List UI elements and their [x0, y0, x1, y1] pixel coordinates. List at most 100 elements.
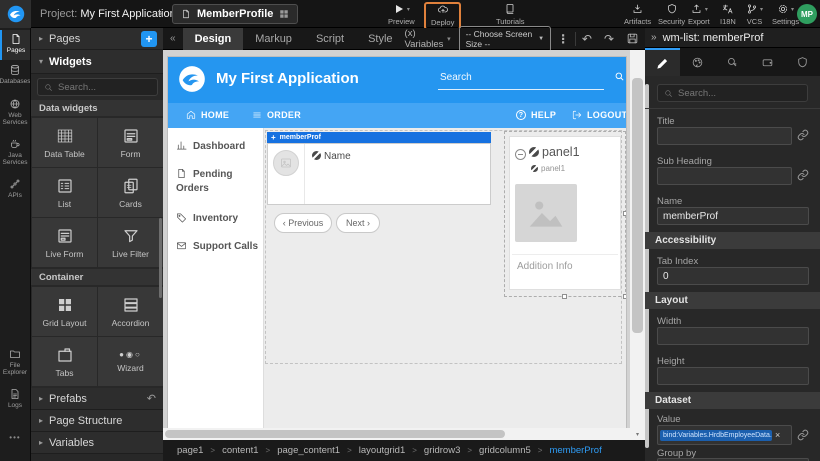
breadcrumb-item-active[interactable]: memberProf	[549, 445, 601, 456]
tab-properties[interactable]	[645, 48, 680, 76]
widgets-accordion-header[interactable]: ▾ Widgets	[31, 50, 164, 74]
settings-button[interactable]: ▾ Settings	[772, 3, 799, 26]
tab-style[interactable]: Style	[356, 28, 404, 50]
artifacts-button[interactable]: Artifacts	[624, 3, 651, 26]
tutorials-button[interactable]: Tutorials	[496, 3, 524, 26]
resize-handle[interactable]	[623, 211, 626, 216]
widget-tile-live-filter[interactable]: Live Filter	[98, 218, 163, 267]
security-button[interactable]: Security	[658, 3, 685, 26]
panel1-widget[interactable]: panel1 panel1 Addition Info	[509, 136, 621, 290]
variables-menu[interactable]: (x) Variables	[405, 28, 445, 50]
bind-expression-chip[interactable]: bind:Variables.HrdbEmployeeData.data	[660, 430, 772, 441]
bind-link-icon[interactable]	[797, 429, 809, 441]
grid-view-icon[interactable]	[279, 9, 289, 19]
side-nav-support-calls[interactable]: Support Calls	[176, 240, 260, 254]
add-page-button[interactable]: +	[141, 31, 157, 47]
i18n-button[interactable]: I18N	[720, 3, 736, 26]
breadcrumb-item[interactable]: page_content1	[277, 445, 340, 456]
widget-tile-live-form[interactable]: Live Form	[32, 218, 97, 267]
widget-tile-list[interactable]: List	[32, 168, 97, 217]
collapse-left-panel-button[interactable]: «	[163, 33, 183, 44]
screen-size-select[interactable]: -- Choose Screen Size -- ▼	[459, 26, 552, 52]
user-avatar[interactable]: MP	[797, 4, 817, 24]
widget-search-input[interactable]: Search...	[37, 78, 158, 96]
rail-more-button[interactable]: •••	[0, 433, 30, 447]
widget-tile-accordion[interactable]: Accordion	[98, 287, 163, 336]
tab-index-field-input[interactable]: 0	[657, 267, 809, 285]
properties-search-input[interactable]: Search...	[657, 84, 808, 102]
widget-tile-cards[interactable]: Cards	[98, 168, 163, 217]
next-page-button[interactable]: Next ›	[336, 213, 380, 233]
accessibility-section-header[interactable]: Accessibility	[645, 232, 820, 249]
tab-styles[interactable]	[680, 48, 715, 76]
previous-page-button[interactable]: ‹ Previous	[274, 213, 332, 233]
rail-item-logs[interactable]: Logs	[0, 388, 30, 416]
memberprof-widget-header[interactable]: + memberProf	[267, 132, 491, 143]
breadcrumb-item[interactable]: gridrow3	[424, 445, 460, 456]
canvas-vertical-scrollbar-thumb[interactable]	[632, 78, 643, 333]
resize-handle[interactable]	[562, 294, 567, 299]
widget-tile-grid-layout[interactable]: Grid Layout	[32, 287, 97, 336]
tab-security[interactable]	[785, 48, 820, 76]
bind-link-icon[interactable]	[797, 129, 809, 141]
tab-device[interactable]	[750, 48, 785, 76]
clear-binding-icon[interactable]: ×	[775, 430, 780, 440]
collapse-right-panel-button[interactable]: »	[651, 32, 657, 43]
tab-script[interactable]: Script	[304, 28, 356, 50]
list-item-name-field[interactable]: Name	[312, 151, 351, 162]
breadcrumb-item[interactable]: gridcolumn5	[479, 445, 531, 456]
title-field-input[interactable]	[657, 127, 792, 145]
name-field-input[interactable]: memberProf	[657, 207, 809, 225]
tab-design[interactable]: Design	[183, 28, 244, 50]
nav-order[interactable]: ORDER	[252, 110, 301, 120]
scrollbar-down-button[interactable]: ▾	[630, 428, 645, 440]
side-nav-pending-orders[interactable]: Pending Orders	[176, 168, 260, 195]
side-nav-inventory[interactable]: Inventory	[176, 212, 260, 226]
rail-item-databases[interactable]: Databases	[0, 64, 30, 94]
preview-button[interactable]: ▾ Preview	[388, 3, 415, 26]
breadcrumb-item[interactable]: content1	[222, 445, 258, 456]
panel-collapse-icon[interactable]	[515, 149, 526, 160]
breadcrumb-item[interactable]: page1	[177, 445, 203, 456]
nav-help[interactable]: ? HELP	[516, 110, 556, 120]
canvas-horizontal-scrollbar-thumb[interactable]	[165, 430, 505, 438]
sub-heading-field-input[interactable]	[657, 167, 792, 185]
widget-tile-data-table[interactable]: Data Table	[32, 118, 97, 167]
undo-button[interactable]: ↶	[582, 32, 592, 46]
prefabs-accordion-header[interactable]: ▸ Prefabs ↶	[31, 388, 164, 410]
bind-link-icon[interactable]	[797, 169, 809, 181]
rail-item-pages[interactable]: Pages	[0, 30, 30, 60]
rail-item-web-services[interactable]: Web Services	[0, 98, 30, 134]
variables-accordion-header[interactable]: ▸ Variables	[31, 432, 164, 454]
widget-tile-wizard[interactable]: ●◉○ Wizard	[98, 337, 163, 386]
panel1-image-placeholder[interactable]	[515, 184, 577, 242]
vcs-button[interactable]: ▾ VCS	[746, 3, 763, 26]
breadcrumb-item[interactable]: layoutgrid1	[359, 445, 405, 456]
side-nav-dashboard[interactable]: Dashboard	[176, 140, 260, 154]
widget-tile-tabs[interactable]: Tabs	[32, 337, 97, 386]
page-structure-accordion-header[interactable]: ▸ Page Structure	[31, 410, 164, 432]
canvas-search-placeholder[interactable]: Search	[440, 72, 472, 83]
app-logo[interactable]	[0, 0, 31, 28]
nav-logout[interactable]: LOGOUT	[572, 110, 626, 120]
refresh-icon[interactable]: ↶	[147, 392, 156, 405]
resize-handle[interactable]	[623, 294, 626, 299]
page-tab-memberprofile[interactable]: MemberProfile	[172, 4, 298, 24]
rail-item-apis[interactable]: APIs	[0, 178, 30, 206]
more-menu-button[interactable]: ⋮	[557, 32, 569, 46]
dataset-section-header[interactable]: Dataset	[645, 392, 820, 409]
export-button[interactable]: ▾ Export	[688, 3, 710, 26]
nav-home[interactable]: HOME	[186, 110, 229, 120]
rail-item-file-explorer[interactable]: File Explorer	[0, 348, 30, 384]
redo-button[interactable]: ↷	[604, 32, 614, 46]
widget-tile-form[interactable]: Form	[98, 118, 163, 167]
value-field-input[interactable]: bind:Variables.HrdbEmployeeData.data ×	[657, 425, 792, 445]
tab-markup[interactable]: Markup	[243, 28, 304, 50]
memberprof-list-widget[interactable]: Name	[267, 143, 491, 205]
left-panel-scrollbar[interactable]	[159, 218, 162, 298]
width-field-input[interactable]	[657, 327, 809, 345]
search-icon[interactable]	[614, 71, 625, 82]
project-breadcrumb[interactable]: Project: My First Application	[40, 8, 176, 20]
height-field-input[interactable]	[657, 367, 809, 385]
save-button[interactable]	[626, 32, 639, 45]
